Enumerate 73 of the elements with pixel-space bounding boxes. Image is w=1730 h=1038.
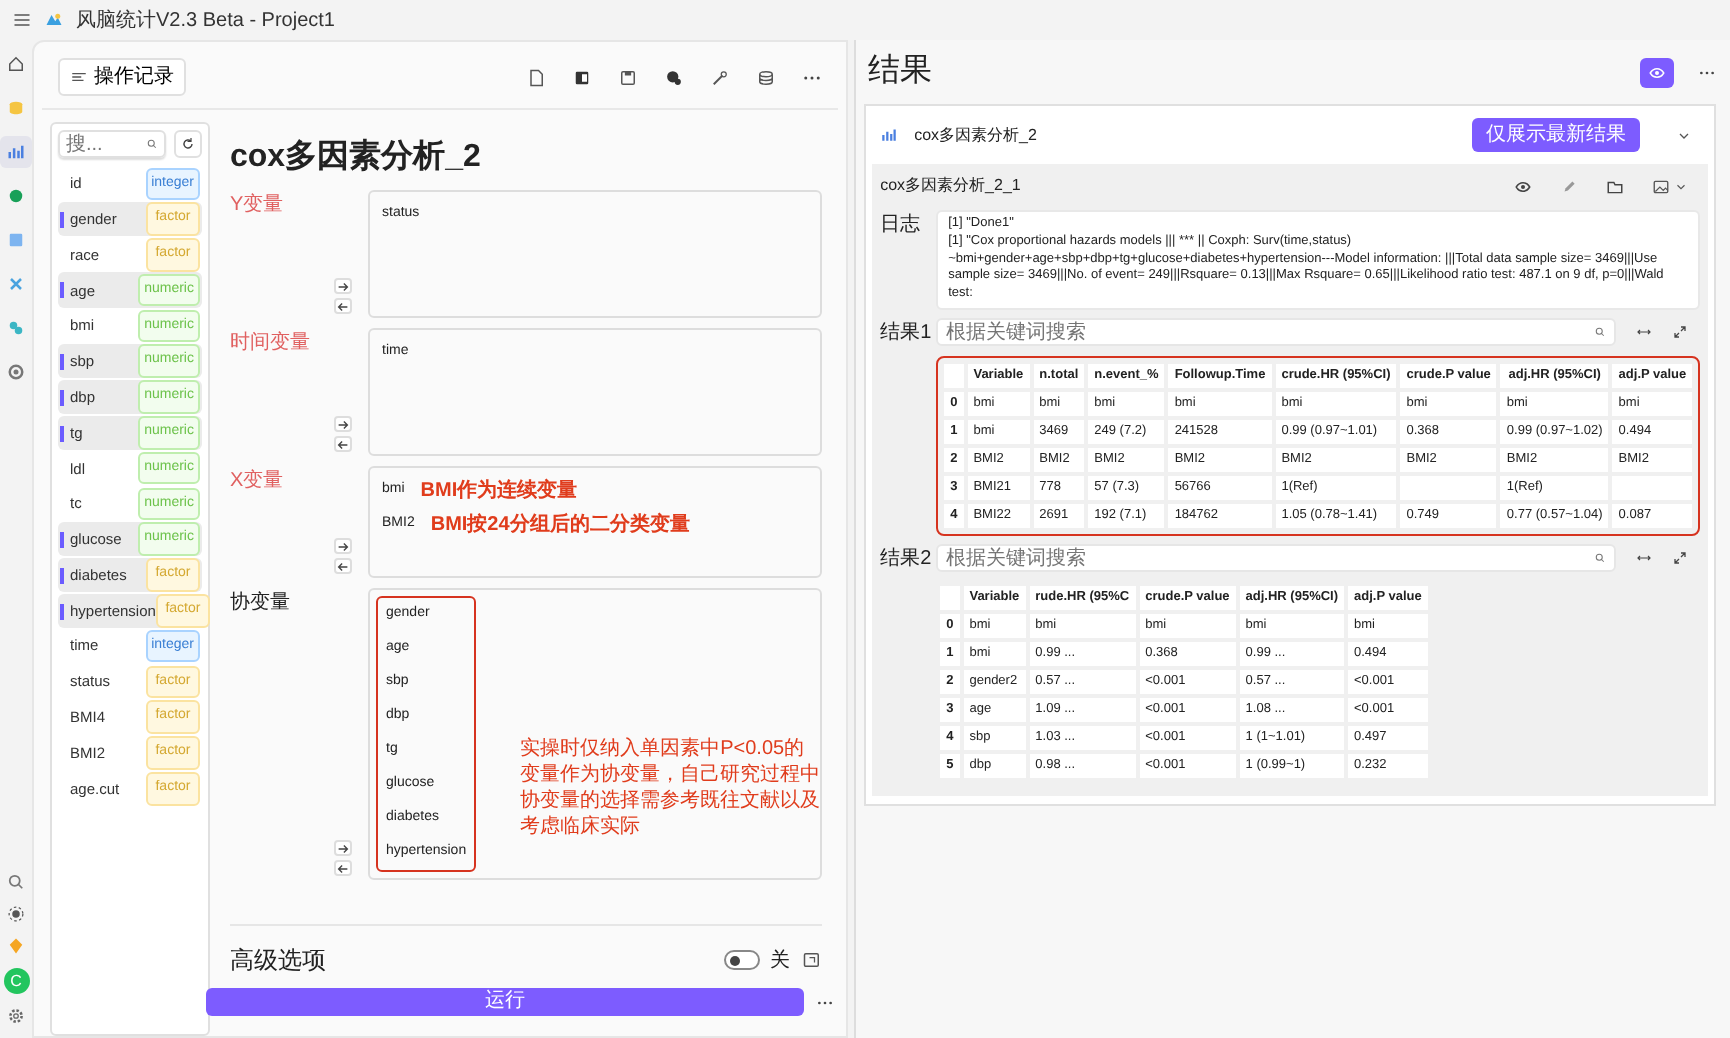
annotation-text: BMI作为连续变量 [420,476,578,506]
settings-icon[interactable] [6,1006,26,1026]
toggle-state: 关 [770,947,791,975]
field-label: 日志 [880,214,921,236]
history-button[interactable]: 操作记录 [58,58,186,96]
expand-icon[interactable] [802,950,823,970]
chevron-icon[interactable] [1674,179,1689,193]
window-title: 风脑统计V2.3 Beta - Project1 [76,7,335,35]
menu-icon[interactable] [12,10,32,30]
image-icon[interactable] [1652,177,1671,195]
search-icon[interactable] [6,872,26,892]
left-arrow-icon [336,861,350,875]
move-out-button[interactable] [334,860,352,876]
variable-search-field[interactable]: 搜... [66,129,142,159]
database-icon [6,98,26,118]
cross-icon [6,274,26,294]
bar-chart-icon [6,142,26,162]
nav-rail-item[interactable] [0,136,32,168]
home-icon [6,54,26,74]
right-arrow-icon [336,279,350,293]
expand-icon[interactable] [1672,324,1689,341]
left-arrow-icon [336,437,350,451]
move-out-button[interactable] [334,298,352,314]
field-label: 结果1 [880,321,932,344]
left-arrow-icon [336,559,350,573]
field-label: Y变量 [230,194,284,216]
card-title: cox多因素分析_2 [914,123,1037,147]
list-icon [70,68,88,86]
result-title: cox多因素分析_2_1 [880,174,1021,198]
move-in-button[interactable] [334,278,352,294]
eye-icon[interactable] [1514,177,1533,195]
move-in-button[interactable] [334,840,352,856]
right-arrow-icon [336,841,350,855]
document-icon[interactable] [526,67,547,87]
theme-icon[interactable] [6,904,26,924]
bar-chart-icon [880,126,899,144]
toggle-switch[interactable] [724,950,761,970]
move-in-button[interactable] [334,538,352,554]
expand-icon[interactable] [1672,550,1689,567]
search-icon [146,138,158,150]
search-box[interactable]: 搜... [58,130,166,158]
move-in-button[interactable] [334,416,352,432]
folder-icon[interactable] [1606,177,1625,195]
left-arrow-icon [336,299,350,313]
field-label: 时间变量 [230,332,310,354]
database-icon[interactable] [756,67,777,87]
move-out-button[interactable] [334,436,352,452]
field-label: 协变量 [230,592,290,614]
annotation-text: BMI按24分组后的二分类变量 [430,510,690,540]
preview-button[interactable] [1640,57,1675,87]
field-label: X变量 [230,470,284,492]
search-icon [1594,552,1607,565]
move-out-button[interactable] [334,558,352,574]
save-icon[interactable] [618,67,639,87]
analysis-title: cox多因素分析_2 [230,136,481,178]
results-title: 结果 [868,51,933,92]
right-arrow-icon [336,539,350,553]
circle-icon [6,186,26,206]
eye-icon [1648,63,1667,81]
section-title: 高级选项 [230,944,326,978]
right-arrow-icon [336,417,350,431]
refresh-button[interactable] [174,130,202,158]
field-label: 结果2 [880,547,932,570]
annotation-text: 实操时仅纳入单因素中P<0.05的变量作为协变量，自己研究过程中协变量的选择需参考既往文献以及考虑临床实际 [520,736,821,842]
table-icon [6,230,26,250]
target-icon [6,362,26,382]
show-latest-button[interactable]: 仅展示最新结果 [1472,118,1641,152]
people-icon [6,318,26,338]
wand-icon[interactable] [710,67,731,87]
app-logo-icon [44,10,64,30]
search-icon [1594,326,1607,339]
run-button[interactable]: 运行 [206,988,805,1016]
refresh-icon [180,136,196,152]
